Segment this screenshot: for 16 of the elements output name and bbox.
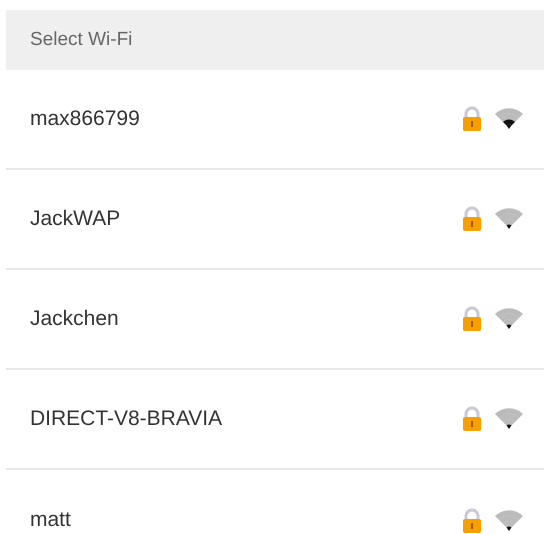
network-row[interactable]: JackWAP [6,170,544,270]
network-name: Jackchen [30,307,120,331]
network-name: DIRECT-V8-BRAVIA [30,407,224,431]
network-row[interactable]: matt [6,470,544,534]
padlock-icon [462,206,482,232]
padlock-icon [462,306,482,332]
network-row[interactable]: DIRECT-V8-BRAVIA [6,370,544,470]
network-name: matt [30,508,72,532]
network-row[interactable]: Jackchen [6,270,544,370]
network-row[interactable]: max866799 [6,70,544,170]
padlock-icon [462,508,482,534]
header-title: Select Wi-Fi [30,29,132,51]
padlock-icon [462,106,482,132]
network-name: JackWAP [30,207,122,231]
padlock-icon [462,406,482,432]
network-name: max866799 [30,107,141,131]
